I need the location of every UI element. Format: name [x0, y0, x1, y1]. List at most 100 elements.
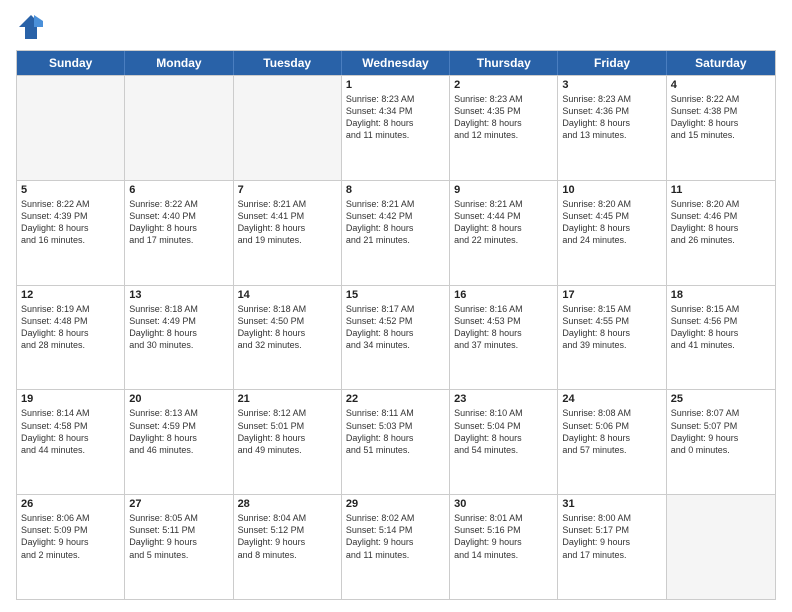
cal-cell: 10Sunrise: 8:20 AMSunset: 4:45 PMDayligh…: [558, 181, 666, 285]
calendar-header-row: SundayMondayTuesdayWednesdayThursdayFrid…: [17, 51, 775, 75]
cell-line: and 12 minutes.: [454, 129, 553, 141]
cell-line: Sunrise: 8:19 AM: [21, 303, 120, 315]
day-number: 10: [562, 184, 661, 196]
cell-line: Daylight: 8 hours: [454, 432, 553, 444]
cell-line: Sunrise: 8:13 AM: [129, 407, 228, 419]
cell-line: Daylight: 8 hours: [129, 327, 228, 339]
calendar: SundayMondayTuesdayWednesdayThursdayFrid…: [16, 50, 776, 600]
logo: [16, 12, 50, 42]
calendar-row-1: 5 Sunrise: 8:22 AMSunset: 4:39 PM Daylight…: [17, 180, 775, 285]
cell-line: and 37 minutes.: [454, 339, 553, 351]
cell-line: Daylight: 8 hours: [346, 222, 445, 234]
cell-line: and 54 minutes.: [454, 444, 553, 456]
calendar-row-0: 1Sunrise: 8:23 AMSunset: 4:34 PMDaylight…: [17, 75, 775, 180]
cell-line: Sunset: 4:46 PM: [671, 210, 771, 222]
cell-line: and 22 minutes.: [454, 234, 553, 246]
header-day-wednesday: Wednesday: [342, 51, 450, 75]
cell-line: and 34 minutes.: [346, 339, 445, 351]
day-number: 24: [562, 393, 661, 405]
cell-line: Sunset: 4:53 PM: [454, 315, 553, 327]
cell-line: Daylight: 8 hours: [562, 222, 661, 234]
cell-line: Sunrise: 8:14 AM: [21, 407, 120, 419]
cal-cell: 2Sunrise: 8:23 AMSunset: 4:35 PMDaylight…: [450, 76, 558, 180]
cell-line: and 5 minutes.: [129, 549, 228, 561]
cell-line: and 51 minutes.: [346, 444, 445, 456]
cell-line: Daylight: 8 hours: [454, 222, 553, 234]
cell-line: Daylight: 9 hours: [671, 432, 771, 444]
cal-cell: 21Sunrise: 8:12 AMSunset: 5:01 PMDayligh…: [234, 390, 342, 494]
cell-line: Sunset: 5:07 PM: [671, 420, 771, 432]
cal-cell: 30Sunrise: 8:01 AMSunset: 5:16 PMDayligh…: [450, 495, 558, 599]
cell-line: Sunrise: 8:22 AM: [671, 93, 771, 105]
calendar-body: 1Sunrise: 8:23 AMSunset: 4:34 PMDaylight…: [17, 75, 775, 599]
cell-line: Sunset: 4:55 PM: [562, 315, 661, 327]
day-number: 20: [129, 393, 228, 405]
day-number: 11: [671, 184, 771, 196]
cell-line: Sunrise: 8:07 AM: [671, 407, 771, 419]
day-number: 16: [454, 289, 553, 301]
cell-line: Sunset: 4:36 PM: [562, 105, 661, 117]
cal-cell: 22Sunrise: 8:11 AMSunset: 5:03 PMDayligh…: [342, 390, 450, 494]
cal-cell: 28Sunrise: 8:04 AMSunset: 5:12 PMDayligh…: [234, 495, 342, 599]
cell-line: and 0 minutes.: [671, 444, 771, 456]
day-number: 27: [129, 498, 228, 510]
cell-line: Daylight: 8 hours: [346, 327, 445, 339]
day-number: 3: [562, 79, 661, 91]
day-number: 23: [454, 393, 553, 405]
cell-line: Sunrise: 8:01 AM: [454, 512, 553, 524]
cell-line: Sunset: 5:17 PM: [562, 524, 661, 536]
day-number: 7: [238, 184, 337, 196]
cell-line: Sunset: 4:39 PM: [21, 210, 120, 222]
cell-line: Daylight: 8 hours: [562, 432, 661, 444]
header-day-sunday: Sunday: [17, 51, 125, 75]
day-number: 19: [21, 393, 120, 405]
cell-line: Daylight: 9 hours: [454, 536, 553, 548]
cal-cell: 24Sunrise: 8:08 AMSunset: 5:06 PMDayligh…: [558, 390, 666, 494]
cell-line: and 57 minutes.: [562, 444, 661, 456]
day-number: 4: [671, 79, 771, 91]
cell-line: Daylight: 8 hours: [454, 117, 553, 129]
cell-line: Sunset: 4:50 PM: [238, 315, 337, 327]
cell-line: Sunset: 5:06 PM: [562, 420, 661, 432]
cell-line: Sunrise: 8:18 AM: [238, 303, 337, 315]
cell-line: Daylight: 9 hours: [562, 536, 661, 548]
cal-cell: [234, 76, 342, 180]
cell-line: Sunrise: 8:06 AM: [21, 512, 120, 524]
cell-line: Sunrise: 8:00 AM: [562, 512, 661, 524]
day-number: 12: [21, 289, 120, 301]
logo-icon: [16, 12, 46, 42]
cal-cell: 1Sunrise: 8:23 AMSunset: 4:34 PMDaylight…: [342, 76, 450, 180]
day-number: 26: [21, 498, 120, 510]
cell-line: Sunrise: 8:22 AM: [21, 198, 120, 210]
cell-line: and 13 minutes.: [562, 129, 661, 141]
cell-line: Sunrise: 8:11 AM: [346, 407, 445, 419]
cell-line: Sunset: 4:41 PM: [238, 210, 337, 222]
calendar-row-4: 26Sunrise: 8:06 AMSunset: 5:09 PMDayligh…: [17, 494, 775, 599]
header-day-tuesday: Tuesday: [234, 51, 342, 75]
day-number: 5: [21, 184, 120, 196]
cell-line: Daylight: 8 hours: [671, 222, 771, 234]
cell-line: Sunrise: 8:21 AM: [454, 198, 553, 210]
cell-line: Sunrise: 8:05 AM: [129, 512, 228, 524]
cell-line: Sunrise: 8:12 AM: [238, 407, 337, 419]
cell-line: Sunrise: 8:15 AM: [671, 303, 771, 315]
cell-line: Daylight: 8 hours: [238, 222, 337, 234]
cell-line: Sunrise: 8:23 AM: [346, 93, 445, 105]
cell-line: Sunset: 5:12 PM: [238, 524, 337, 536]
cal-cell: 23Sunrise: 8:10 AMSunset: 5:04 PMDayligh…: [450, 390, 558, 494]
day-number: 18: [671, 289, 771, 301]
cal-cell: 16Sunrise: 8:16 AMSunset: 4:53 PMDayligh…: [450, 286, 558, 390]
cell-line: and 17 minutes.: [562, 549, 661, 561]
day-number: 21: [238, 393, 337, 405]
cell-line: Sunrise: 8:15 AM: [562, 303, 661, 315]
cal-cell: 12Sunrise: 8:19 AMSunset: 4:48 PMDayligh…: [17, 286, 125, 390]
cell-line: Sunset: 4:38 PM: [671, 105, 771, 117]
calendar-row-3: 19Sunrise: 8:14 AMSunset: 4:58 PMDayligh…: [17, 389, 775, 494]
cal-cell: 13Sunrise: 8:18 AMSunset: 4:49 PMDayligh…: [125, 286, 233, 390]
cell-line: Sunset: 5:04 PM: [454, 420, 553, 432]
cal-cell: 9Sunrise: 8:21 AMSunset: 4:44 PMDaylight…: [450, 181, 558, 285]
cell-line: Daylight: 8 hours: [562, 117, 661, 129]
cell-line: Sunset: 5:11 PM: [129, 524, 228, 536]
cell-line: and 19 minutes.: [238, 234, 337, 246]
day-number: 1: [346, 79, 445, 91]
